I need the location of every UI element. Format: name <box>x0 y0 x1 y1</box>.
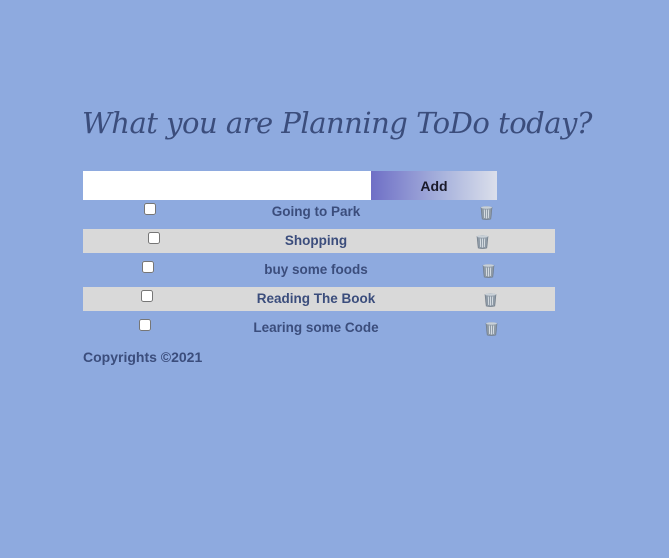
todo-item: Shopping <box>83 229 555 253</box>
todo-item: Reading The Book <box>83 287 555 311</box>
todo-item: Going to Park <box>83 200 555 224</box>
trash-icon[interactable] <box>484 292 497 307</box>
trash-icon[interactable] <box>476 234 489 249</box>
trash-icon[interactable] <box>480 205 493 220</box>
add-button[interactable]: Add <box>371 171 497 200</box>
todo-list: Going to Park Shopping buy some foods Re… <box>83 200 555 345</box>
todo-item: Learing some Code <box>83 316 555 340</box>
trash-icon[interactable] <box>482 263 495 278</box>
todo-text: Reading The Book <box>256 291 376 306</box>
todo-text: buy some foods <box>264 262 368 277</box>
copyright-text: Copyrights ©2021 <box>83 349 203 365</box>
add-todo-form: Add <box>83 171 497 200</box>
todo-text: Learing some Code <box>253 320 379 335</box>
page-title: What you are Planning ToDo today? <box>82 106 592 140</box>
trash-icon[interactable] <box>485 321 498 336</box>
todo-item: buy some foods <box>83 258 555 282</box>
todo-input[interactable] <box>83 171 371 200</box>
